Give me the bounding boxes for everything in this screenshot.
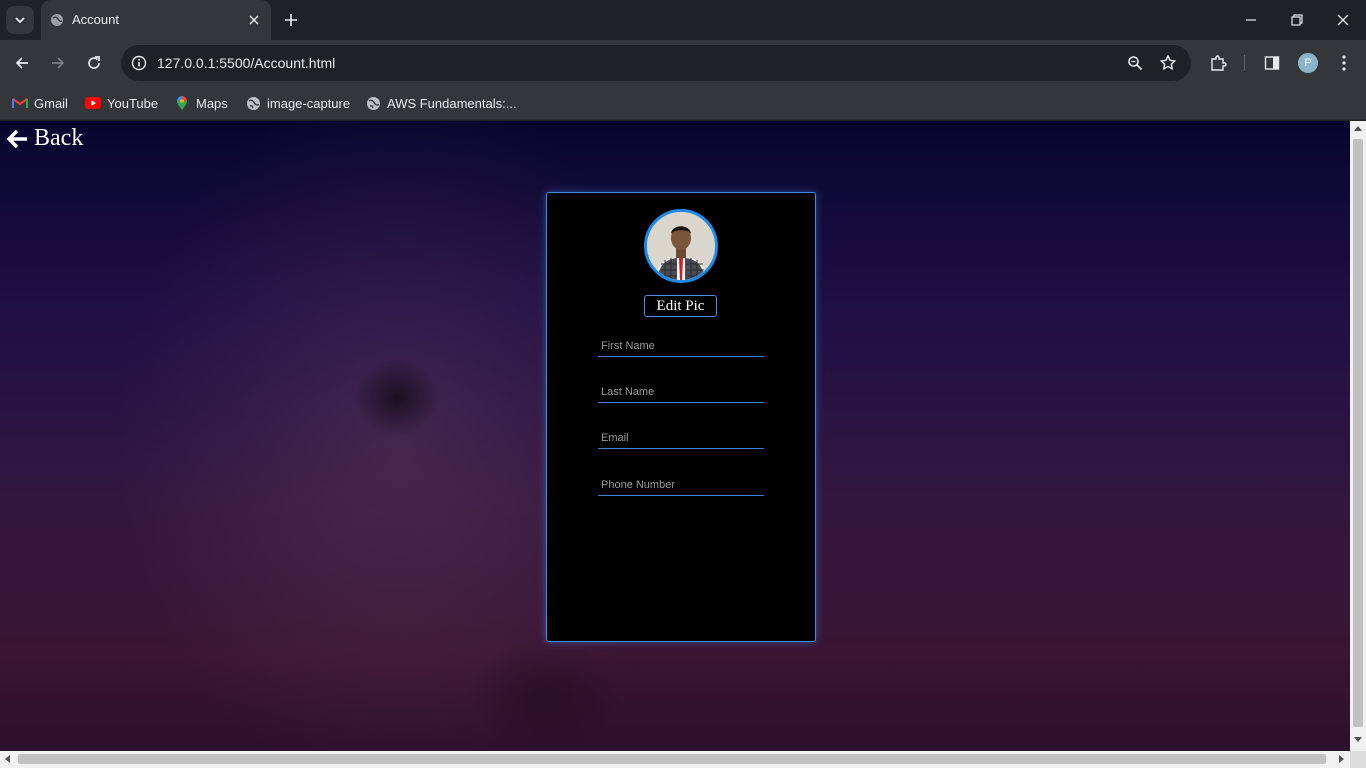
puzzle-icon [1211,55,1227,71]
kebab-menu-icon [1342,55,1346,71]
new-tab-button[interactable] [280,9,302,31]
back-link[interactable]: Back [6,125,83,152]
bookmark-aws[interactable]: AWS Fundamentals:... [365,92,517,114]
forward-nav-button[interactable] [44,49,72,77]
reload-icon [88,56,100,69]
scroll-right-arrow-icon[interactable] [1339,755,1344,763]
vertical-scroll-thumb[interactable] [1353,139,1363,727]
zoom-icon [1128,56,1143,71]
url-text: 127.0.0.1:5500/Account.html [157,55,336,71]
close-window-button[interactable] [1328,6,1358,34]
page-viewport: Back Edit Pic [0,121,1350,751]
restore-button[interactable] [1282,6,1312,34]
close-icon [249,15,259,25]
first-name-field [598,335,764,357]
bookmark-label: image-capture [267,95,351,111]
first-name-input[interactable] [598,335,764,356]
site-info-button[interactable] [129,53,149,73]
tab-strip: Account [0,0,1366,40]
last-name-input[interactable] [598,381,764,402]
bookmark-label: Gmail [34,95,68,111]
toolbar-divider [1244,55,1245,71]
side-panel-button[interactable] [1261,52,1283,74]
close-icon [1337,14,1349,26]
scroll-up-arrow-icon[interactable] [1354,126,1362,131]
globe-icon [365,95,381,111]
profile-avatar[interactable]: P [1298,53,1318,73]
bookmark-maps[interactable]: Maps [174,92,228,114]
profile-picture [644,209,718,283]
arrow-right-icon [52,57,65,69]
email-field [598,427,764,449]
bookmark-gmail[interactable]: Gmail [12,92,68,114]
reload-button[interactable] [80,49,108,77]
info-icon [131,55,147,71]
scroll-down-arrow-icon[interactable] [1354,737,1362,742]
edit-pic-button[interactable]: Edit Pic [644,295,717,317]
bookmark-label: YouTube [107,95,159,111]
phone-input[interactable] [598,474,764,495]
bookmark-label: Maps [196,95,228,111]
globe-icon [51,14,63,26]
tab-close-button[interactable] [245,11,263,29]
youtube-icon [85,95,101,111]
browser-tab[interactable]: Account [41,0,271,40]
bookmark-image-capture[interactable]: image-capture [245,92,350,114]
menu-button[interactable] [1333,52,1355,74]
minimize-icon [1246,19,1256,21]
chevron-down-icon [15,17,25,24]
extensions-button[interactable] [1207,52,1229,74]
tab-search-button[interactable] [6,6,34,34]
minimize-button[interactable] [1236,6,1266,34]
account-card: Edit Pic [546,192,816,642]
side-panel-icon [1264,56,1280,70]
restore-icon [1291,14,1303,26]
zoom-button[interactable] [1125,53,1145,73]
back-nav-button[interactable] [8,49,36,77]
browser-toolbar: 127.0.0.1:5500/Account.html P [0,40,1366,86]
gmail-icon [12,95,28,111]
plus-icon [285,14,297,26]
bookmark-label: AWS Fundamentals:... [387,95,517,111]
tab-title: Account [72,12,119,27]
maps-icon [174,95,190,111]
last-name-field [598,381,764,403]
scrollbar-corner [1350,751,1366,768]
back-label: Back [34,125,84,151]
email-input[interactable] [598,427,764,448]
globe-icon [245,95,261,111]
arrow-left-icon [6,129,27,148]
phone-field [598,474,764,496]
bookmarks-bar: Gmail YouTube Maps image-capture AWS Fun… [0,86,1366,120]
address-bar[interactable]: 127.0.0.1:5500/Account.html [121,45,1191,81]
star-icon [1160,55,1176,70]
arrow-left-icon [15,57,28,69]
bookmark-youtube[interactable]: YouTube [85,92,158,114]
scroll-left-arrow-icon[interactable] [5,755,10,763]
person-photo-icon [647,212,715,280]
horizontal-scrollbar[interactable] [0,751,1350,768]
vertical-scrollbar[interactable] [1350,121,1366,751]
horizontal-scroll-thumb[interactable] [18,754,1326,764]
bookmark-star-button[interactable] [1158,53,1178,73]
